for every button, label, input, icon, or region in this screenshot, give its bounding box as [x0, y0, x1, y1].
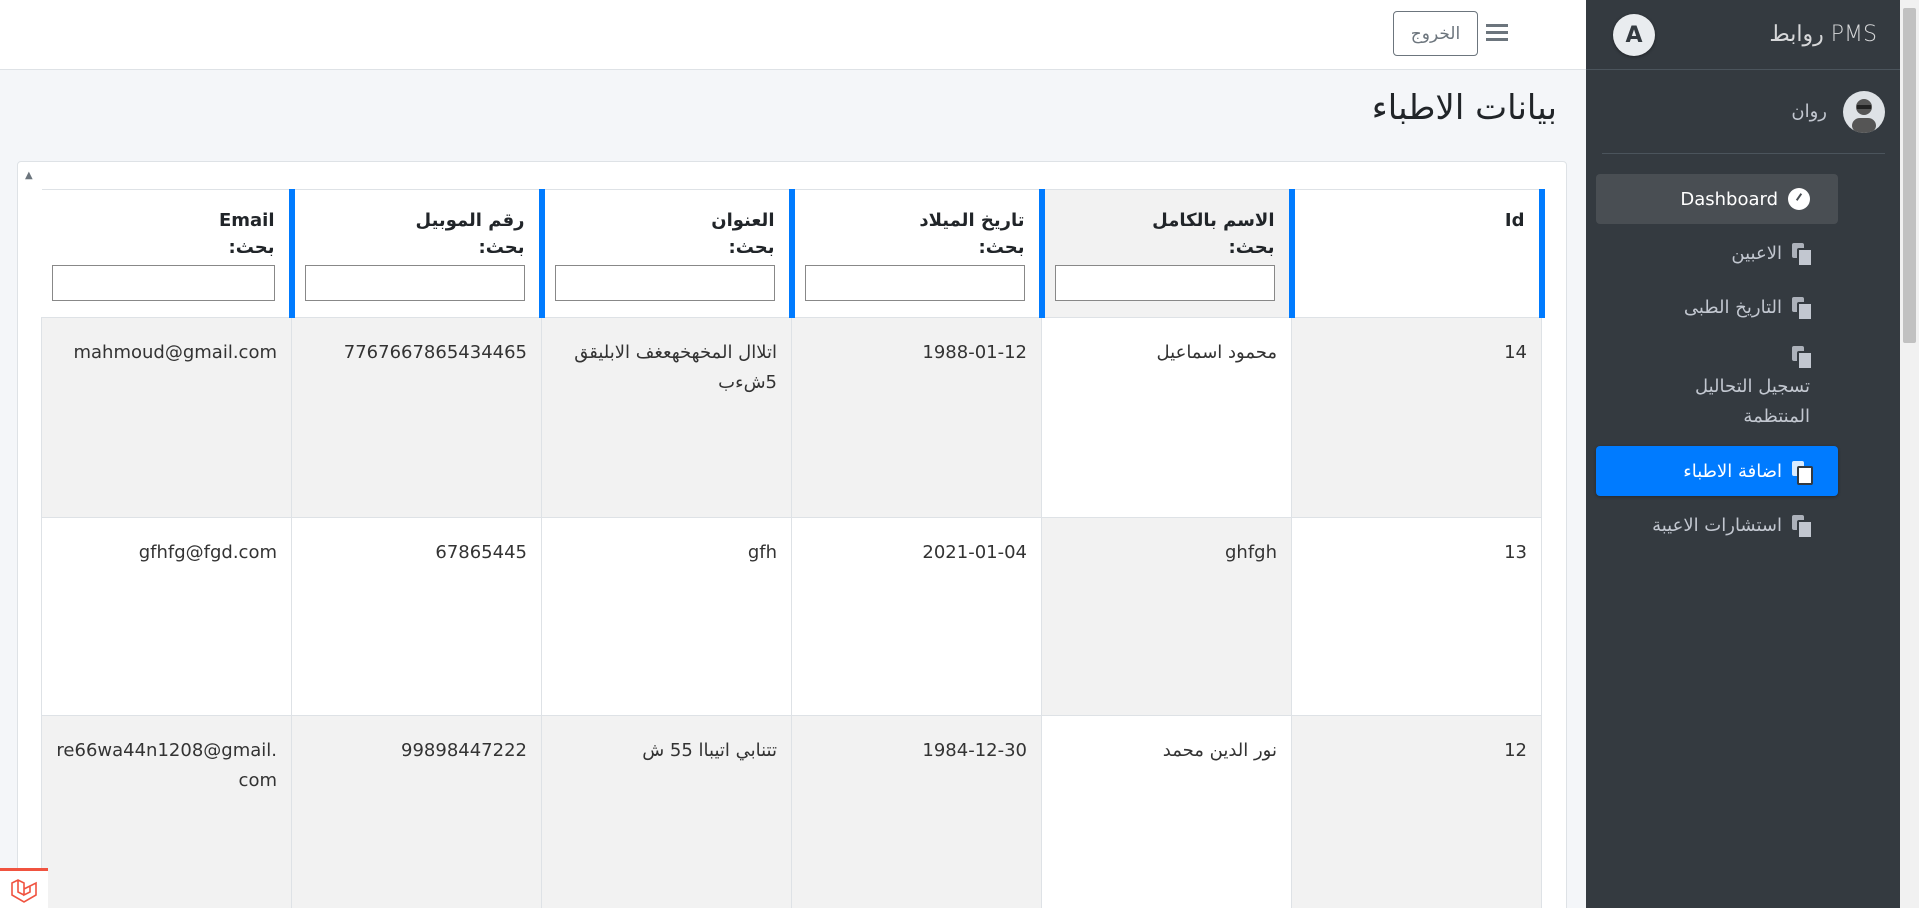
mobile-search-input[interactable]	[304, 265, 525, 301]
cell-name: محمود اسماعيل	[1041, 317, 1292, 518]
brand-logo: A	[1613, 14, 1655, 56]
cell-email: gfhfg@fgd.com	[41, 517, 292, 716]
column-title: Id	[1504, 210, 1525, 231]
cell-name: ghfgh	[1041, 517, 1292, 716]
sidebar-item-label: اضافة الاطباء	[1683, 460, 1782, 482]
copy-icon	[1792, 461, 1813, 485]
cell-mobile: 67865445	[291, 517, 542, 716]
cell-id: 14	[1291, 317, 1542, 518]
cell-mobile: 7767667865434465	[291, 317, 542, 518]
sidebar: A روابط PMS روان Dashboard الاعبين التار…	[1586, 0, 1901, 908]
address-search-input[interactable]	[554, 265, 775, 301]
doctors-table: Id الاسم بالكامل بحث: تاريخ الميلاد بحث:…	[41, 189, 1545, 908]
table-row[interactable]: 13 ghfgh 2021-01-04 gfh 67865445 gfhfg@f…	[41, 517, 1542, 716]
cell-name: نور الدين محمد	[1041, 715, 1292, 908]
sidebar-item-medical-history[interactable]: التاريخ الطبى	[1596, 282, 1838, 332]
email-search-input[interactable]	[51, 265, 275, 301]
table-row[interactable]: 14 محمود اسماعيل 1988-01-12 اتلاال المخه…	[41, 317, 1542, 518]
column-header-mobile[interactable]: رقم الموبيل بحث:	[291, 189, 545, 318]
search-label: بحث:	[728, 237, 775, 258]
cell-birthdate: 2021-01-04	[791, 517, 1042, 716]
column-header-name[interactable]: الاسم بالكامل بحث:	[1041, 189, 1295, 318]
birthdate-search-input[interactable]	[804, 265, 1025, 301]
column-header-email[interactable]: Email بحث:	[41, 189, 295, 318]
cell-address: اتلاال المخهخهعغف الابليقق 5شءب	[541, 317, 792, 518]
column-title: تاريخ الميلاد	[919, 210, 1025, 231]
cell-birthdate: 1984-12-30	[791, 715, 1042, 908]
cell-email: re66wa44n1208@gmail.com	[41, 715, 292, 908]
sidebar-item-players[interactable]: الاعبين	[1596, 228, 1838, 278]
sidebar-item-label: تسجيل التحاليل المنتظمة	[1694, 376, 1810, 427]
hamburger-icon[interactable]	[1486, 24, 1508, 44]
page-scrollbar[interactable]	[1900, 0, 1919, 908]
cell-address: gfh	[541, 517, 792, 716]
logout-button[interactable]: الخروج	[1393, 11, 1478, 56]
sidebar-item-label: التاريخ الطبى	[1683, 296, 1782, 318]
sidebar-item-dashboard[interactable]: Dashboard	[1596, 174, 1838, 224]
sidebar-item-label: الاعبين	[1731, 242, 1782, 264]
column-title: Email	[218, 210, 275, 231]
gauge-icon	[1788, 188, 1810, 210]
copy-icon	[1792, 297, 1813, 321]
sidebar-item-label: استشارات الاعيبة	[1652, 514, 1782, 536]
brand-logo-letter: A	[1625, 22, 1643, 48]
sidebar-item-lab-tests[interactable]: تسجيل التحاليل المنتظمة	[1596, 336, 1838, 442]
search-label: بحث:	[228, 237, 275, 258]
sidebar-item-label: Dashboard	[1680, 188, 1778, 210]
cell-email: mahmoud@gmail.com	[41, 317, 292, 518]
avatar	[1843, 90, 1885, 133]
column-title: الاسم بالكامل	[1152, 210, 1275, 231]
search-label: بحث:	[478, 237, 525, 258]
table-header-row: Id الاسم بالكامل بحث: تاريخ الميلاد بحث:…	[41, 189, 1545, 318]
cell-id: 12	[1291, 715, 1542, 908]
table-row[interactable]: 12 نور الدين محمد 1984-12-30 تتنابي اتيب…	[41, 715, 1542, 908]
cell-id: 13	[1291, 517, 1542, 716]
doctors-table-card: ▲ Id الاسم بالكامل بحث: تاريخ الميلاد بح…	[17, 161, 1567, 908]
top-navbar: الخروج	[0, 0, 1586, 70]
search-label: بحث:	[978, 237, 1025, 258]
user-name: روان	[1791, 101, 1827, 122]
cell-mobile: 99898447222	[291, 715, 542, 908]
column-header-birthdate[interactable]: تاريخ الميلاد بحث:	[791, 189, 1045, 318]
search-label: بحث:	[1228, 237, 1275, 258]
name-search-input[interactable]	[1054, 265, 1275, 301]
copy-icon	[1792, 515, 1813, 539]
brand-title: روابط PMS	[1769, 22, 1877, 47]
copy-icon	[1792, 346, 1813, 370]
cell-birthdate: 1988-01-12	[791, 317, 1042, 518]
sidebar-nav: Dashboard الاعبين التاريخ الطبى تسجيل ال…	[1596, 174, 1838, 550]
cell-address: تتنابي اتيباا 55 ش	[541, 715, 792, 908]
page-title: بيانات الاطباء	[1371, 88, 1557, 128]
brand-link[interactable]: A روابط PMS	[1586, 0, 1901, 70]
laravel-debugbar-icon[interactable]	[0, 868, 48, 908]
copy-icon	[1792, 243, 1813, 267]
column-title: العنوان	[711, 210, 775, 231]
user-panel[interactable]: روان	[1602, 70, 1885, 154]
sidebar-item-add-doctors[interactable]: اضافة الاطباء	[1596, 446, 1838, 496]
column-header-address[interactable]: العنوان بحث:	[541, 189, 795, 318]
scrollbar-thumb[interactable]	[1903, 8, 1916, 343]
column-title: رقم الموبيل	[415, 210, 525, 231]
scroll-up-icon[interactable]: ▲	[25, 170, 33, 181]
column-header-id[interactable]: Id	[1291, 189, 1545, 318]
sidebar-item-consultations[interactable]: استشارات الاعيبة	[1596, 500, 1838, 550]
